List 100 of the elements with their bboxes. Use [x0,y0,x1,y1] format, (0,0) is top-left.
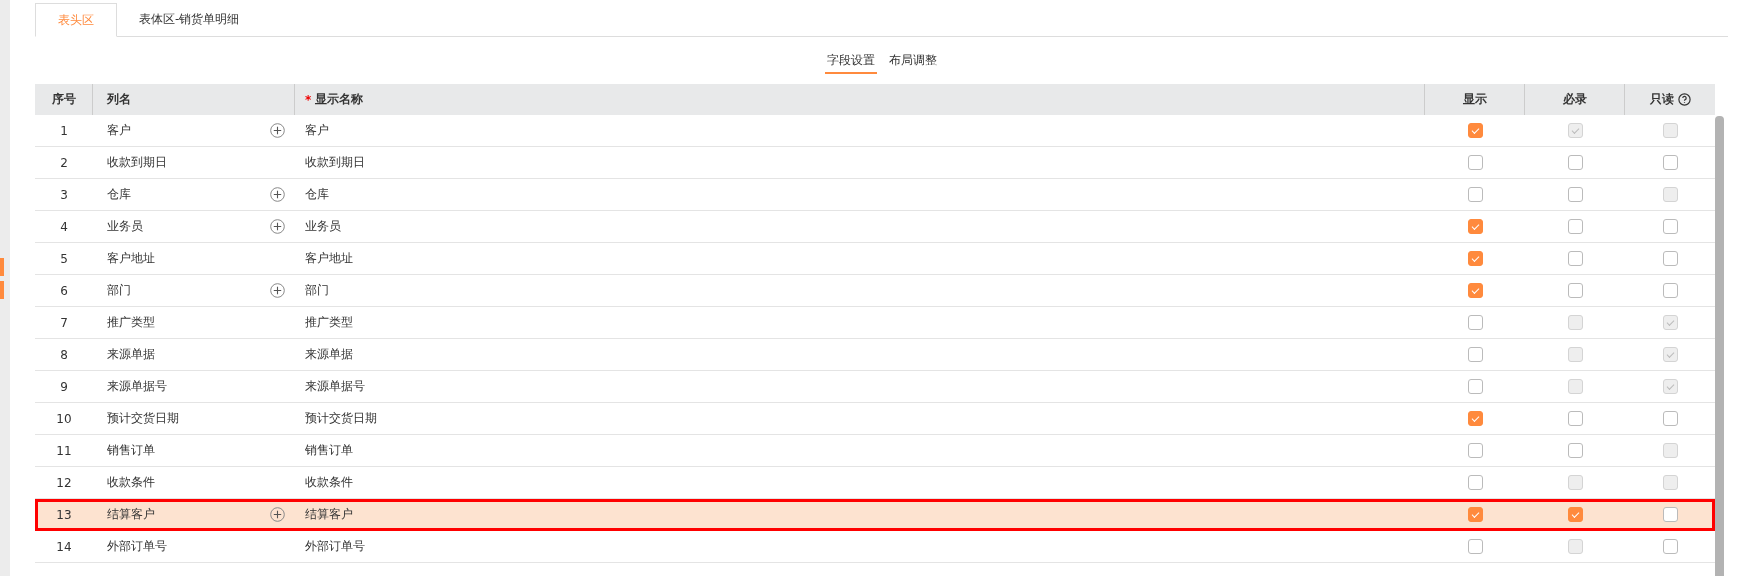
table-cell: 仓库 [305,186,329,203]
row-number: 8 [60,347,68,362]
table-cell: 仓库 [107,186,131,203]
help-icon[interactable] [1677,93,1691,106]
checkbox[interactable] [1662,251,1678,266]
sub-tab[interactable]: 布局调整 [886,51,939,74]
sub-tab[interactable]: 字段设置 [824,51,877,74]
checkbox[interactable] [1467,379,1483,394]
checkbox[interactable] [1567,507,1583,522]
table-cell: 收款到期日 [305,154,365,171]
checkbox[interactable] [1467,155,1483,170]
checkbox[interactable] [1567,443,1583,458]
table-cell: 收款条件 [305,474,353,491]
table-cell: 业务员 [107,218,143,235]
checkbox[interactable] [1467,283,1483,298]
table-row[interactable]: 7 推广类型 推广类型 [35,307,1715,339]
add-icon[interactable] [270,219,285,234]
checkbox[interactable] [1662,539,1678,554]
row-number: 6 [60,283,68,298]
row-number: 5 [60,251,68,266]
table-cell: 外部订单号 [305,538,365,555]
checkbox[interactable] [1567,411,1583,426]
table-cell: 销售订单 [107,442,155,459]
row-number: 4 [60,219,68,234]
table-row[interactable]: 6 部门 部门 [35,275,1715,307]
table-row[interactable]: 2 收款到期日 收款到期日 [35,147,1715,179]
column-header: 只读 [1649,91,1674,108]
checkbox[interactable] [1567,219,1583,234]
column-header: 显示 [1425,84,1525,115]
column-header: 序号 [35,84,93,115]
table-cell: 销售订单 [305,442,353,459]
table-cell: 来源单据号 [107,378,167,395]
table-row[interactable]: 10 预计交货日期 预计交货日期 [35,403,1715,435]
table-row[interactable]: 3 仓库 仓库 [35,179,1715,211]
table-cell: 推广类型 [107,314,155,331]
checkbox[interactable] [1662,283,1678,298]
checkbox[interactable] [1467,507,1483,522]
checkbox[interactable] [1467,539,1483,554]
add-icon[interactable] [270,123,285,138]
table-row[interactable]: 11 销售订单 销售订单 [35,435,1715,467]
checkbox[interactable] [1467,347,1483,362]
checkbox[interactable] [1467,123,1483,138]
table-cell: 来源单据号 [305,378,365,395]
add-icon[interactable] [270,187,285,202]
table-cell: 预计交货日期 [107,410,179,427]
column-header: 列名 [93,84,295,115]
checkbox[interactable] [1662,219,1678,234]
table-cell: 结算客户 [305,506,353,523]
table-cell: 预计交货日期 [305,410,377,427]
side-marker [0,281,4,299]
checkbox[interactable] [1567,187,1583,202]
table-cell: 业务员 [305,218,341,235]
table-row[interactable]: 14 外部订单号 外部订单号 [35,531,1715,563]
table-cell: 结算客户 [107,506,155,523]
row-number: 1 [60,123,68,138]
tab[interactable]: 表体区-销货单明细 [117,3,262,36]
add-icon[interactable] [270,283,285,298]
table-row[interactable]: 4 业务员 业务员 [35,211,1715,243]
scrollbar[interactable] [1715,116,1724,576]
table-cell: 来源单据 [305,346,353,363]
checkbox[interactable] [1467,251,1483,266]
table-cell: 收款到期日 [107,154,167,171]
side-marker [0,258,4,276]
row-number: 11 [56,443,72,458]
table-row[interactable]: 5 客户地址 客户地址 [35,243,1715,275]
table-cell: 客户地址 [107,250,155,267]
row-number: 14 [56,539,72,554]
table-cell: 来源单据 [107,346,155,363]
table-cell: 推广类型 [305,314,353,331]
selected-row[interactable]: 13 结算客户 结算客户 [35,499,1715,531]
row-number: 12 [56,475,72,490]
row-number: 2 [60,155,68,170]
checkbox[interactable] [1467,475,1483,490]
column-header: 必录 [1525,84,1625,115]
table-cell: 部门 [107,282,131,299]
checkbox[interactable] [1662,507,1678,522]
checkbox[interactable] [1662,411,1678,426]
table-cell: 客户地址 [305,250,353,267]
row-number: 7 [60,315,68,330]
checkbox[interactable] [1467,187,1483,202]
row-number: 9 [60,379,68,394]
table-row[interactable]: 8 来源单据 来源单据 [35,339,1715,371]
table-cell: 部门 [305,282,329,299]
checkbox[interactable] [1467,219,1483,234]
checkbox[interactable] [1467,411,1483,426]
required-asterisk: * [305,92,312,107]
checkbox[interactable] [1567,251,1583,266]
checkbox[interactable] [1567,283,1583,298]
checkbox[interactable] [1567,155,1583,170]
row-number: 13 [56,507,72,522]
table-cell: 收款条件 [107,474,155,491]
add-icon[interactable] [270,507,285,522]
column-header: 显示名称 [315,91,364,108]
checkbox[interactable] [1467,443,1483,458]
table-row[interactable]: 9 来源单据号 来源单据号 [35,371,1715,403]
checkbox[interactable] [1467,315,1483,330]
table-row[interactable]: 1 客户 客户 [35,115,1715,147]
checkbox[interactable] [1662,155,1678,170]
table-cell: 外部订单号 [107,538,167,555]
table-cell: 客户 [107,122,131,139]
